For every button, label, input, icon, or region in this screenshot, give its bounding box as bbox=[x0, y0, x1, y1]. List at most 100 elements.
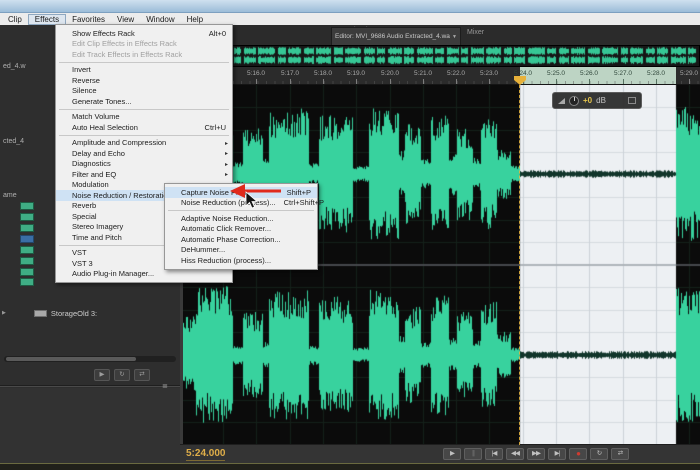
overview-waveform-canvas[interactable] bbox=[184, 46, 699, 66]
ruler-tick-mark bbox=[423, 79, 424, 84]
audio-file-icon[interactable] bbox=[20, 224, 34, 232]
submenu-item-capture-noise-print[interactable]: Capture Noise PrintShift+P bbox=[165, 187, 317, 198]
menu-item-shortcut: Ctrl+Shift+P bbox=[276, 198, 324, 207]
files-horizontal-scrollbar[interactable] bbox=[4, 356, 176, 362]
menu-item-label: Edit Track Effects in Effects Rack bbox=[72, 50, 182, 59]
scrollbar-thumb[interactable] bbox=[6, 357, 136, 361]
chevron-down-icon[interactable]: ▼ bbox=[452, 34, 457, 40]
fast-forward-button[interactable]: ▶▶ bbox=[527, 448, 545, 460]
ruler-tick-mark bbox=[256, 79, 257, 84]
audio-file-icon[interactable] bbox=[20, 246, 34, 254]
menu-item-label: Automatic Click Remover... bbox=[181, 224, 271, 233]
tab-editor[interactable]: Editor: MVI_9686 Audio Extracted_4.wav ▼ bbox=[331, 27, 461, 45]
ruler-tick-mark bbox=[589, 79, 590, 84]
editor-tab-bar: ╱ ╱ Editor: MVI_9686 Audio Extracted_4.w… bbox=[155, 25, 700, 45]
menu-item-invert[interactable]: Invert bbox=[56, 65, 232, 76]
menu-item-label: Edit Clip Effects in Effects Rack bbox=[72, 39, 177, 48]
files-autoplay-button[interactable]: ⇄ bbox=[134, 369, 150, 381]
submenu-item-dehummer[interactable]: DeHummer... bbox=[165, 245, 317, 256]
menu-item-label: Audio Plug-in Manager... bbox=[72, 269, 154, 278]
tab-mixer[interactable]: Mixer bbox=[467, 29, 484, 36]
menu-item-delay-and-echo[interactable]: Delay and Echo▸ bbox=[56, 148, 232, 159]
ruler-tick-label: 5:22.0 bbox=[443, 70, 469, 77]
audio-file-icon[interactable] bbox=[20, 235, 34, 243]
files-footer-toolbar: ▶ ↻ ⇄ bbox=[94, 369, 150, 381]
menubar-item-window[interactable]: Window bbox=[140, 14, 180, 25]
hud-pin-icon[interactable] bbox=[628, 97, 636, 104]
submenu-item-automatic-phase-correction[interactable]: Automatic Phase Correction... bbox=[165, 234, 317, 245]
menu-item-label: Special bbox=[72, 212, 97, 221]
menu-item-generate-tones[interactable]: Generate Tones... bbox=[56, 96, 232, 107]
menu-item-label: VST 3 bbox=[72, 259, 93, 268]
editor-tab-label: Editor: MVI_9686 Audio Extracted_4.wav bbox=[335, 33, 450, 40]
menubar-item-view[interactable]: View bbox=[111, 14, 140, 25]
menu-item-silence[interactable]: Silence bbox=[56, 86, 232, 97]
audio-file-icon[interactable] bbox=[20, 213, 34, 221]
ruler-tick-mark bbox=[456, 79, 457, 84]
menu-separator bbox=[59, 135, 229, 136]
files-play-button[interactable]: ▶ bbox=[94, 369, 110, 381]
menu-item-amplitude-and-compression[interactable]: Amplitude and Compression▸ bbox=[56, 138, 232, 149]
ruler-tick-mark bbox=[556, 79, 557, 84]
submenu-item-hiss-reduction-process[interactable]: Hiss Reduction (process)... bbox=[165, 255, 317, 266]
volume-db-unit: dB bbox=[596, 96, 606, 105]
ruler-tick-label: 5:27.0 bbox=[610, 70, 636, 77]
submenu-arrow-icon: ▸ bbox=[225, 161, 228, 168]
menu-item-reverse[interactable]: Reverse bbox=[56, 75, 232, 86]
menu-item-auto-heal-selection[interactable]: Auto Heal SelectionCtrl+U bbox=[56, 122, 232, 133]
drive-icon bbox=[34, 310, 47, 317]
audio-file-icon[interactable] bbox=[20, 268, 34, 276]
play-button[interactable]: ▶ bbox=[443, 448, 461, 460]
submenu-item-automatic-click-remover[interactable]: Automatic Click Remover... bbox=[165, 224, 317, 235]
pause-button[interactable]: ∥ bbox=[464, 448, 482, 460]
menubar-item-effects[interactable]: Effects bbox=[28, 14, 66, 25]
menu-item-label: Time and Pitch bbox=[72, 233, 122, 242]
menubar-item-help[interactable]: Help bbox=[181, 14, 209, 25]
menu-item-audio-plug-in-manager[interactable]: Audio Plug-in Manager... bbox=[56, 269, 232, 280]
menu-item-label: Modulation bbox=[72, 180, 109, 189]
menubar-item-favorites[interactable]: Favorites bbox=[66, 14, 111, 25]
overview-waveform[interactable]: → → bbox=[183, 45, 700, 67]
ruler-tick-mark bbox=[290, 79, 291, 84]
menu-item-edit-track-effects-in-effects-rack[interactable]: Edit Track Effects in Effects Rack bbox=[56, 49, 232, 60]
skip-selection-button[interactable]: ⇄ bbox=[611, 448, 629, 460]
menu-item-edit-clip-effects-in-effects-rack[interactable]: Edit Clip Effects in Effects Rack bbox=[56, 39, 232, 50]
expander-icon[interactable]: ▶ bbox=[2, 310, 6, 316]
menu-item-filter-and-eq[interactable]: Filter and EQ▸ bbox=[56, 169, 232, 180]
menu-item-label: Noise Reduction (process)... bbox=[181, 198, 276, 207]
menu-item-show-effects-rack[interactable]: Show Effects RackAlt+0 bbox=[56, 28, 232, 39]
menu-item-match-volume[interactable]: Match Volume bbox=[56, 112, 232, 123]
ruler-tick-label: 5:28.0 bbox=[643, 70, 669, 77]
file-name-fragment: cted_4 bbox=[3, 138, 24, 145]
rewind-button[interactable]: ◀◀ bbox=[506, 448, 524, 460]
menu-item-diagnostics[interactable]: Diagnostics ▸ bbox=[56, 159, 232, 170]
menu-item-label: Reverse bbox=[72, 76, 100, 85]
loop-playback-button[interactable]: ↻ bbox=[590, 448, 608, 460]
audio-file-icon[interactable] bbox=[20, 202, 34, 210]
menu-item-label: Amplitude and Compression bbox=[72, 138, 166, 147]
volume-knob[interactable] bbox=[569, 96, 579, 106]
submenu-item-noise-reduction-process[interactable]: Noise Reduction (process)...Ctrl+Shift+P bbox=[165, 198, 317, 209]
menu-item-label: Diagnostics bbox=[72, 159, 111, 168]
timeline-ruler[interactable]: hms 5:15.05:16.05:17.05:18.05:19.05:20.0… bbox=[183, 67, 700, 85]
submenu-item-adaptive-noise-reduction[interactable]: Adaptive Noise Reduction... bbox=[165, 213, 317, 224]
files-storage-row[interactable]: ▶ StorageOld 3: bbox=[2, 308, 97, 318]
ruler-tick-label: 5:20.0 bbox=[377, 70, 403, 77]
ruler-tick-mark bbox=[323, 79, 324, 84]
files-loop-button[interactable]: ↻ bbox=[114, 369, 130, 381]
audio-file-icon[interactable] bbox=[20, 257, 34, 265]
volume-db-value[interactable]: +0 bbox=[583, 96, 592, 105]
menubar-item-clip[interactable]: Clip bbox=[2, 14, 28, 25]
transport-controls: ▶∥|◀◀◀▶▶▶|●↻⇄ bbox=[443, 448, 629, 460]
menu-item-shortcut: Shift+P bbox=[279, 188, 311, 197]
volume-hud[interactable]: +0 dB bbox=[552, 92, 642, 109]
go-to-start-button[interactable]: |◀ bbox=[485, 448, 503, 460]
menu-item-label: Invert bbox=[72, 65, 91, 74]
go-to-end-button[interactable]: ▶| bbox=[548, 448, 566, 460]
audio-file-icon[interactable] bbox=[20, 278, 34, 286]
ruler-tick-mark bbox=[356, 79, 357, 84]
file-name-fragment: ame bbox=[3, 192, 17, 199]
record-button[interactable]: ● bbox=[569, 448, 587, 460]
menu-separator bbox=[59, 109, 229, 110]
menu-item-shortcut: Alt+0 bbox=[201, 29, 226, 38]
